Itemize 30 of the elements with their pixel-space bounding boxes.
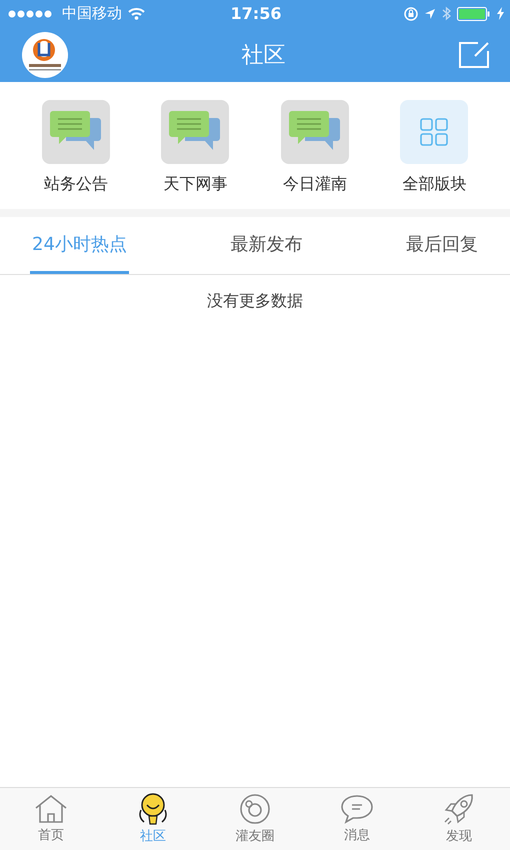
- location-icon: [424, 8, 436, 20]
- page-title: 社区: [242, 42, 286, 70]
- battery-icon: [457, 6, 491, 20]
- board-label[interactable]: 天下网事: [163, 174, 228, 195]
- tab-bar-item[interactable]: 首页: [21, 794, 81, 844]
- board-label[interactable]: 今日灌南: [282, 174, 347, 195]
- rocket-icon: [442, 793, 476, 825]
- carrier-name: 中国移动: [62, 4, 122, 23]
- wifi-icon: [128, 8, 145, 20]
- tab-bar-item[interactable]: 消息: [327, 794, 387, 844]
- board-label[interactable]: 全部版块: [402, 174, 466, 195]
- chat-bubbles-icon[interactable]: [280, 100, 349, 164]
- rotation-lock-icon: [404, 6, 418, 20]
- bluetooth-icon: [442, 6, 451, 21]
- empty-message: 没有更多数据: [207, 290, 303, 312]
- charging-icon: [497, 7, 504, 20]
- compose-icon[interactable]: [458, 40, 490, 68]
- target-icon: [238, 793, 272, 825]
- tab-bar-item[interactable]: 灌友圈: [225, 793, 285, 845]
- grid-icon[interactable]: [400, 100, 468, 164]
- tab-bar-item[interactable]: 发现: [429, 793, 489, 845]
- logo-icon[interactable]: [21, 30, 69, 78]
- chat-bubbles-icon[interactable]: [42, 100, 110, 164]
- home-icon: [34, 794, 68, 824]
- clock: 17:56: [230, 4, 282, 23]
- tab[interactable]: 最后回复: [404, 217, 480, 274]
- board-label[interactable]: 站务公告: [44, 174, 108, 195]
- message-icon: [340, 794, 374, 824]
- chat-bubbles-icon[interactable]: [161, 100, 230, 164]
- tab[interactable]: 最新发布: [228, 217, 304, 274]
